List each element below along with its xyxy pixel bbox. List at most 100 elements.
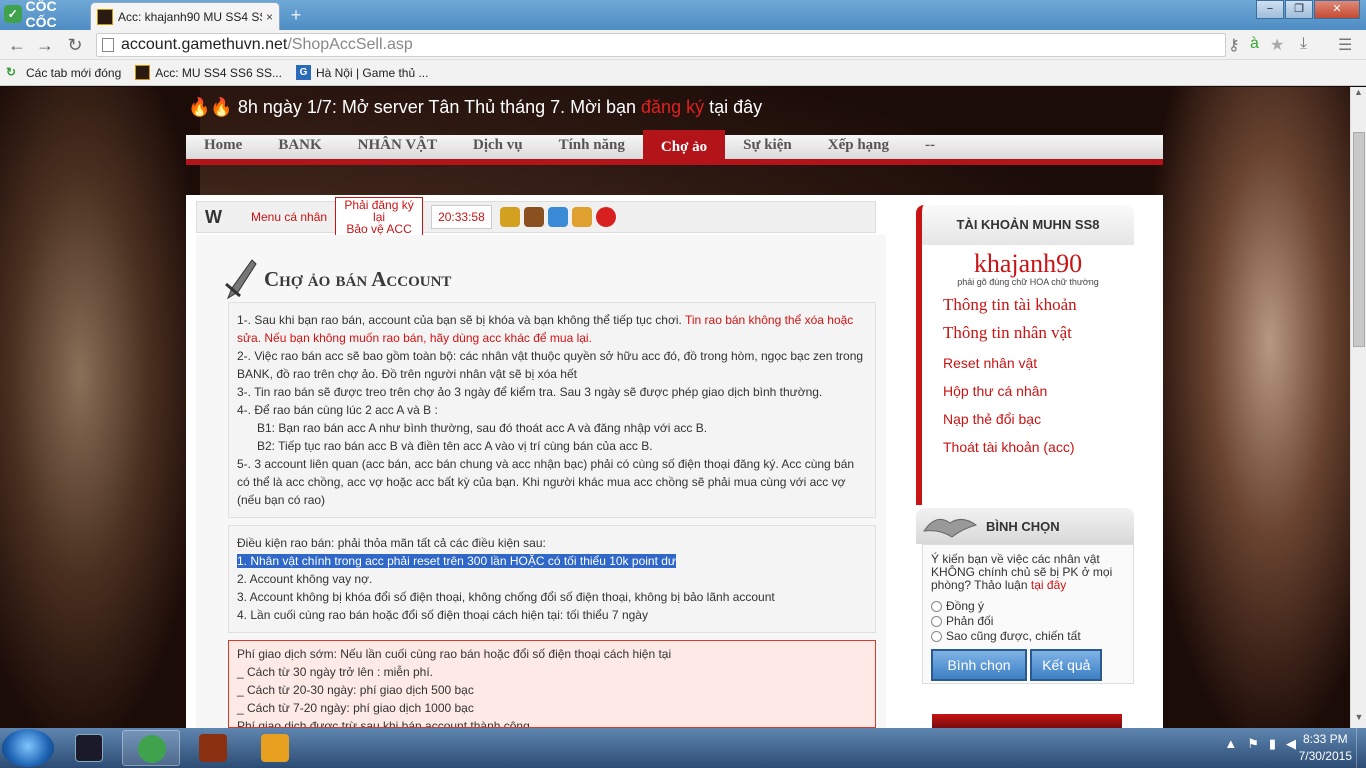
media-player-icon: [261, 734, 289, 762]
coccoc-icon: ✓: [4, 5, 22, 23]
close-button[interactable]: ✕: [1314, 0, 1360, 19]
menu-home[interactable]: Home: [186, 132, 260, 162]
browser-toolbar: ← → ↻ account.gamethuvn.net/ShopAccSell.…: [0, 30, 1366, 60]
fee-3: _ Cách từ 7-20 ngày: phí giao dịch 1000 …: [237, 701, 474, 715]
warn-line1: Phải đăng ký lại: [344, 198, 414, 224]
maximize-button[interactable]: ❐: [1285, 0, 1313, 19]
browser-tab[interactable]: Acc: khajanh90 MU SS4 SS ×: [90, 2, 280, 30]
radio-button[interactable]: [931, 601, 942, 612]
medal-icon[interactable]: [571, 207, 592, 227]
bookmark-label: Acc: MU SS4 SS6 SS...: [155, 65, 282, 80]
key-icon[interactable]: ⚷: [1228, 35, 1240, 55]
mu-app-icon: [75, 734, 103, 762]
topup-link[interactable]: Nạp thẻ đổi bạc: [943, 411, 1134, 427]
brand-text: CỐC CỐC: [25, 0, 57, 30]
system-tray: ▲ ⚑ ▮ ◀: [1214, 736, 1296, 752]
tab-close-icon[interactable]: ×: [266, 10, 273, 24]
menu-xep-hang[interactable]: Xếp hạng: [810, 132, 907, 162]
poll-option-agree[interactable]: Đồng ý: [931, 600, 1125, 613]
treasure-chest-icon[interactable]: [523, 207, 544, 227]
poll-question-text: Ý kiến bạn về việc các nhân vật KHÔNG ch…: [931, 552, 1113, 592]
new-tab-button[interactable]: +: [284, 4, 308, 26]
flag-icon[interactable]: ⚑: [1247, 736, 1259, 752]
condition-4: 4. Lần cuối cùng rao bán hoặc đổi số điệ…: [237, 608, 648, 622]
menu-bank[interactable]: BANK: [260, 132, 339, 162]
menu-dich-vu[interactable]: Dịch vụ: [455, 132, 541, 162]
star-icon[interactable]: ★: [1270, 35, 1284, 55]
page-scrollbar[interactable]: ▲ ▼: [1350, 87, 1366, 728]
fees-head: Phí giao dịch sớm: Nếu lần cuối cùng rao…: [237, 647, 672, 661]
personal-menu-link[interactable]: Menu cá nhân: [251, 210, 327, 224]
url-path: /ShopAccSell.asp: [287, 36, 413, 53]
download-icon[interactable]: ⤓: [1300, 35, 1307, 53]
forward-button[interactable]: →: [34, 34, 56, 56]
sidebar: TÀI KHOẢN MUHN SS8 khajanh90 phải gõ đún…: [910, 205, 1136, 735]
money-bag-icon[interactable]: [499, 207, 520, 227]
taskbar-mu-app[interactable]: [60, 730, 118, 766]
bookmark-mu-acc[interactable]: Acc: MU SS4 SS6 SS...: [135, 65, 282, 80]
menu-cho-ao[interactable]: Chợ ảo: [642, 129, 726, 162]
server-clock: 20:33:58: [431, 205, 492, 229]
show-desktop-button[interactable]: [1356, 728, 1366, 768]
menu-icon[interactable]: ☰: [1338, 35, 1352, 55]
account-panel-title: TÀI KHOẢN MUHN SS8: [916, 205, 1134, 245]
scroll-up-icon[interactable]: ▲: [1351, 87, 1366, 103]
coccoc-logo[interactable]: ✓ CỐC CỐC: [4, 0, 90, 30]
radio-button[interactable]: [931, 616, 942, 627]
announcement: 🔥🔥 8h ngày 1/7: Mở server Tân Thủ tháng …: [188, 97, 762, 118]
tab-title: Acc: khajanh90 MU SS4 SS: [118, 9, 262, 24]
tray-arrow-icon[interactable]: ▲: [1224, 736, 1237, 752]
scroll-thumb[interactable]: [1353, 132, 1365, 347]
main-menu: Home BANK NHÂN VẬT Dịch vụ Tính năng Chợ…: [186, 129, 1163, 165]
condition-2: 2. Account không vay nợ.: [237, 572, 373, 586]
power-icon[interactable]: [595, 207, 616, 227]
rule-5: 5-. 3 account liên quan (acc bán, acc bá…: [237, 457, 855, 507]
menu-more[interactable]: --: [907, 132, 953, 162]
address-bar[interactable]: account.gamethuvn.net/ShopAccSell.asp: [96, 33, 1226, 57]
minimize-button[interactable]: −: [1256, 0, 1284, 19]
discussion-link[interactable]: tại đây: [1031, 578, 1066, 592]
taskbar-coccoc[interactable]: [122, 730, 180, 766]
taskbar-game[interactable]: [184, 730, 242, 766]
register-link[interactable]: đăng ký: [641, 97, 704, 117]
fees-box: Phí giao dịch sớm: Nếu lần cuối cùng rao…: [228, 640, 876, 728]
bookmark-label: Hà Nội | Game thủ ...: [315, 65, 429, 80]
page-heading: Chợ ảo bán Account: [222, 256, 451, 302]
reset-character-link[interactable]: Reset nhân vật: [943, 355, 1134, 371]
reload-button[interactable]: ↻: [64, 34, 86, 56]
dragon-icon: [922, 511, 978, 541]
menu-nhan-vat[interactable]: NHÂN VẬT: [340, 132, 455, 162]
conditions-box: Điều kiện rao bán: phải thỏa mãn tất cả …: [228, 525, 876, 633]
menu-su-kien[interactable]: Sự kiện: [725, 132, 810, 162]
scroll-down-icon[interactable]: ▼: [1351, 712, 1366, 728]
mailbox-link[interactable]: Hộp thư cá nhân: [943, 383, 1134, 399]
mu-bookmark-icon: [135, 65, 151, 80]
username-hint: phải gõ đúng chữ HOA chữ thường: [957, 277, 1099, 287]
condition-1-selected: 1. Nhân vật chính trong acc phải reset t…: [237, 554, 676, 568]
vote-button[interactable]: Bình chọn: [931, 649, 1027, 681]
account-info-link[interactable]: Thông tin tài khoản: [943, 295, 1134, 315]
translate-icon[interactable]: à: [1250, 35, 1259, 53]
re-register-warning[interactable]: Phải đăng ký lại Bảo vệ ACC: [335, 197, 424, 237]
taskbar-media[interactable]: [246, 730, 304, 766]
window-controls: − ❐ ✕: [1255, 0, 1360, 19]
start-button[interactable]: [2, 729, 54, 767]
poll-header: BÌNH CHỌN: [916, 508, 1134, 544]
logout-link[interactable]: Thoát tài khoản (acc): [943, 439, 1134, 455]
bookmark-recent-tabs[interactable]: ↻ Các tab mới đóng: [6, 65, 121, 80]
character-info-link[interactable]: Thông tin nhân vật: [943, 323, 1134, 343]
rule-1-text: 1-. Sau khi bạn rao bán, account của bạn…: [237, 313, 682, 327]
menu-tinh-nang[interactable]: Tính năng: [541, 132, 643, 162]
result-button[interactable]: Kết quả: [1030, 649, 1103, 681]
poll-option-disagree[interactable]: Phản đối: [931, 615, 1125, 628]
w-logo[interactable]: W: [205, 207, 231, 228]
back-button[interactable]: ←: [6, 34, 28, 56]
option-label: Đồng ý: [946, 599, 985, 613]
volume-icon[interactable]: ◀: [1286, 736, 1296, 752]
bookmark-hanoi[interactable]: G Hà Nội | Game thủ ...: [295, 65, 429, 80]
network-icon[interactable]: ▮: [1269, 736, 1276, 752]
poll-option-whatever[interactable]: Sao cũng được, chiến tất: [931, 630, 1125, 643]
shopping-cart-icon[interactable]: [547, 207, 568, 227]
taskbar-clock[interactable]: 8:33 PM 7/30/2015: [1299, 731, 1352, 765]
radio-button[interactable]: [931, 631, 942, 642]
